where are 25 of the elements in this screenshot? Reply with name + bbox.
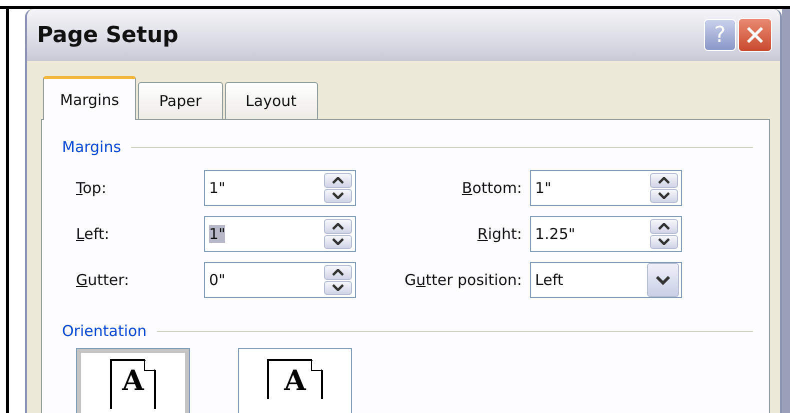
spin-field[interactable]: 1" — [204, 170, 356, 206]
portrait-button[interactable]: A — [76, 348, 190, 413]
group-heading: Margins — [62, 138, 122, 156]
field-label: Right: — [477, 225, 522, 243]
field-label: Left: — [76, 225, 110, 243]
spin-field[interactable]: 1.25" — [530, 216, 682, 252]
window-title: Page Setup — [37, 22, 180, 48]
chevron-down-icon[interactable] — [656, 276, 670, 284]
page-letter: A — [284, 367, 306, 395]
field-label: Bottom: — [462, 179, 522, 197]
field-label: Gutter position: — [404, 271, 522, 289]
field-label: Gutter: — [76, 271, 130, 289]
spin-field[interactable]: 0" — [204, 262, 356, 298]
close-icon[interactable] — [745, 25, 765, 45]
page-letter: A — [122, 367, 144, 395]
close-button[interactable] — [738, 18, 772, 52]
dropdown-field[interactable]: Left — [530, 262, 682, 298]
tab[interactable]: Paper — [138, 82, 223, 120]
landscape-button[interactable]: A — [238, 348, 352, 413]
tab[interactable]: Margins — [43, 76, 136, 120]
spin-field[interactable]: 1" — [530, 170, 682, 206]
tab[interactable]: Layout — [224, 82, 318, 120]
spin-field[interactable]: 1" — [204, 216, 356, 252]
field-label: Top: — [76, 179, 106, 197]
group-heading: Orientation — [62, 322, 147, 340]
